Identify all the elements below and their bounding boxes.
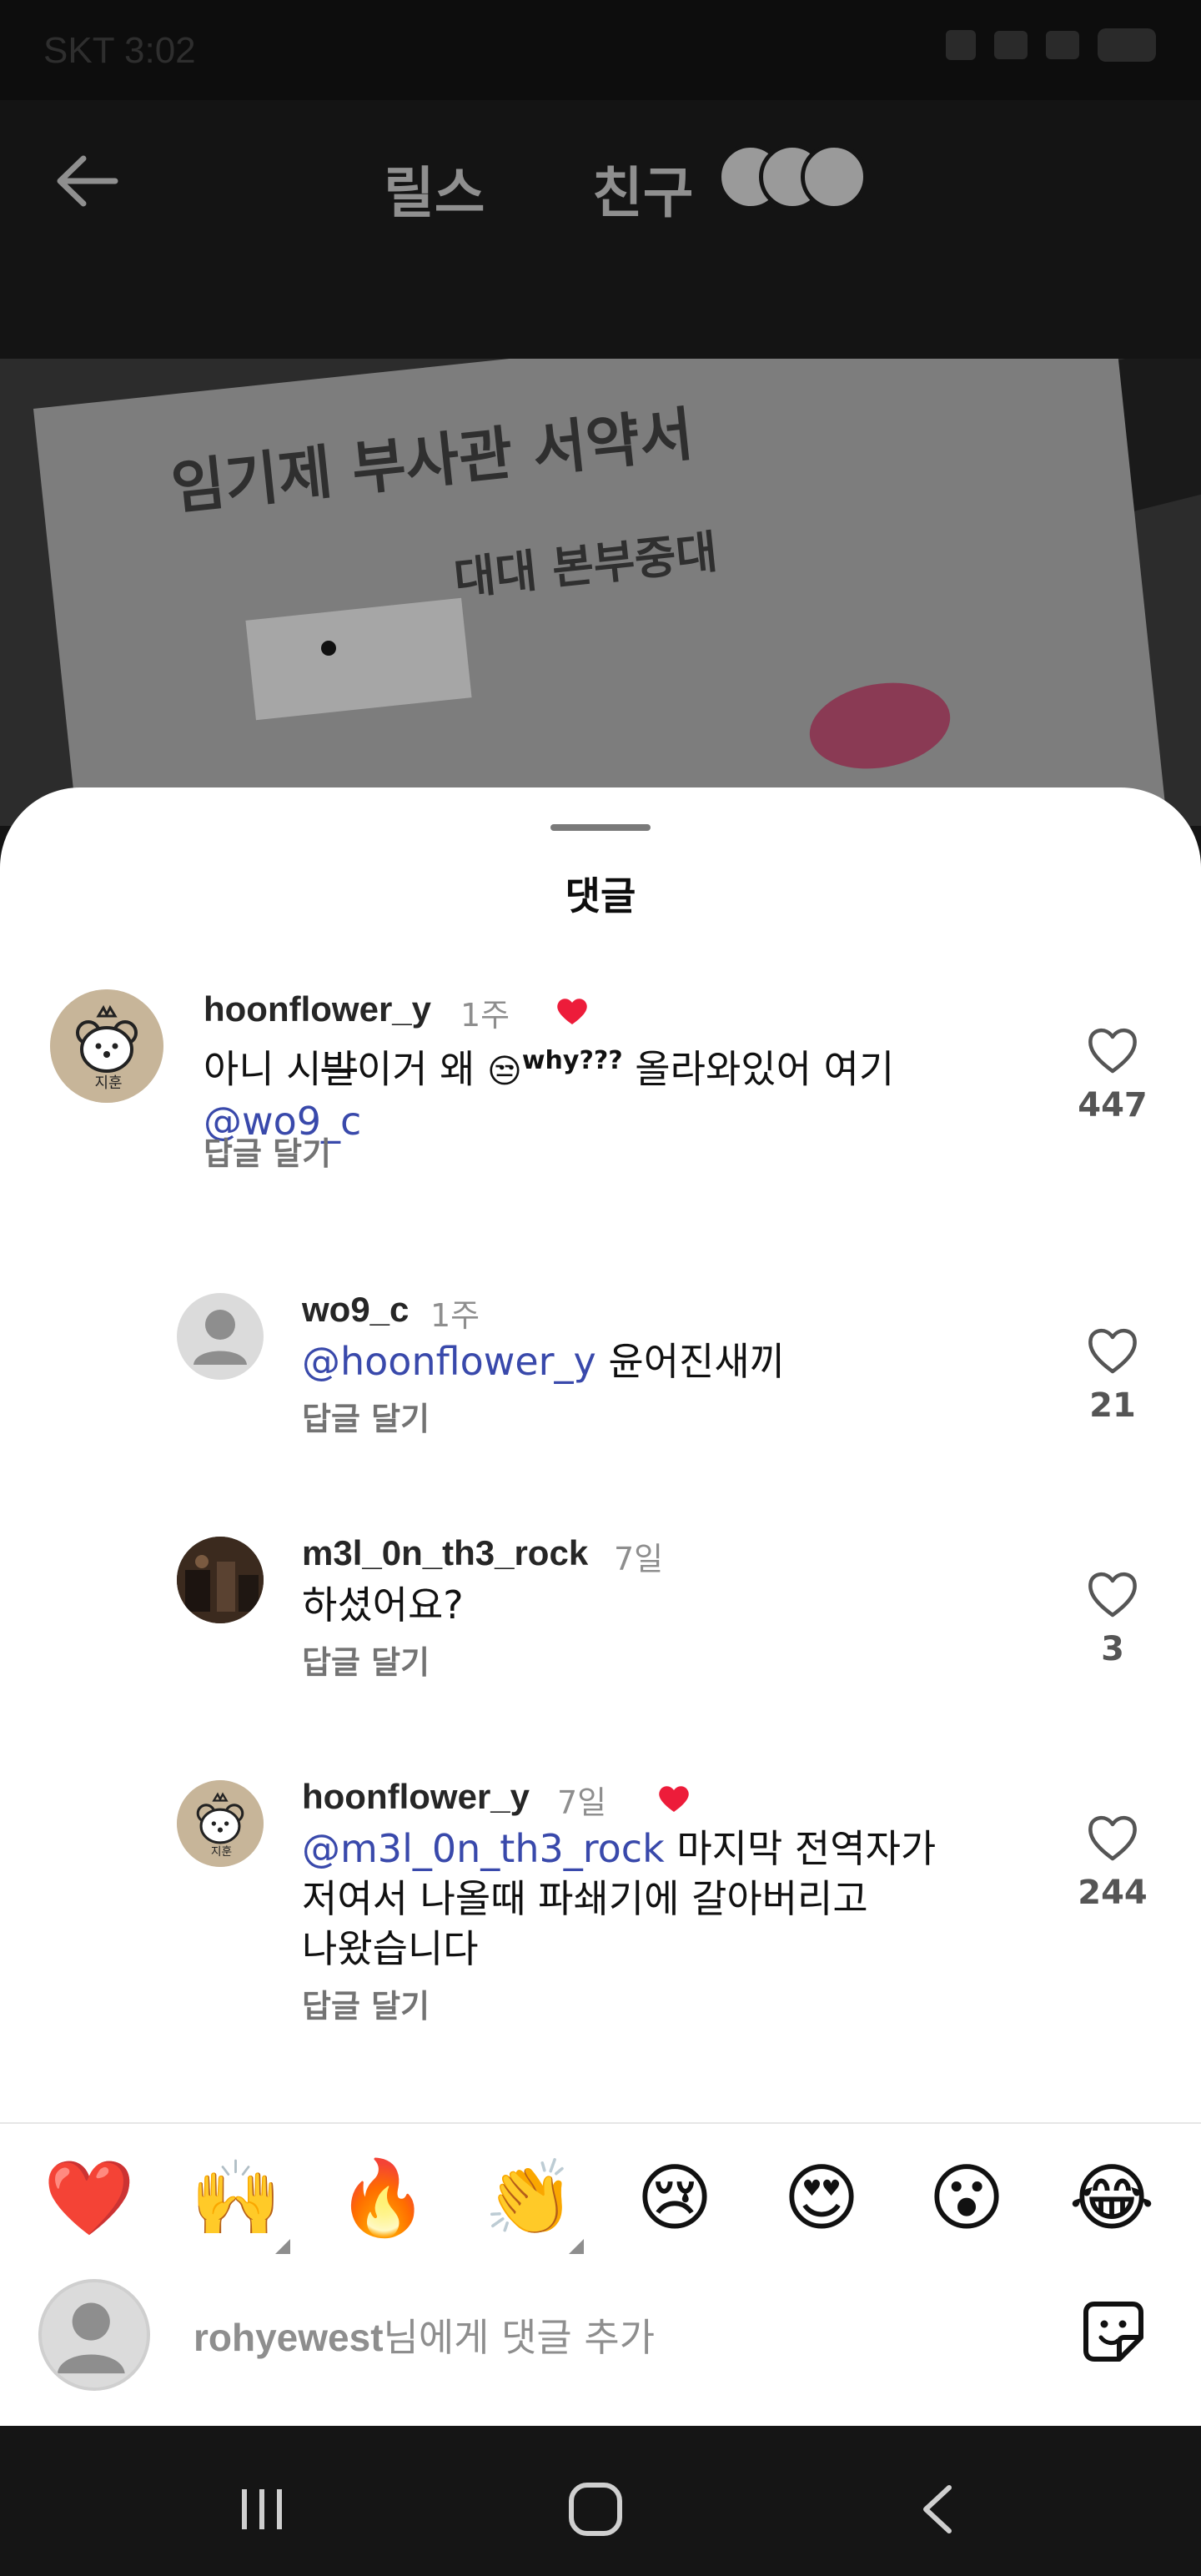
comment-input[interactable]: rohyewest님에게 댓글 추가	[193, 2307, 944, 2366]
heart-outline-icon[interactable]	[1086, 1024, 1139, 1074]
signal-icon	[1046, 31, 1079, 59]
default-avatar-icon	[193, 1310, 247, 1365]
reels-header: 릴스 친구	[0, 100, 1201, 359]
friend-avatars[interactable]	[717, 143, 884, 210]
like-count: 447	[1078, 1086, 1148, 1124]
target-username: rohyewest	[193, 2316, 384, 2359]
arrow-left-icon[interactable]	[50, 143, 125, 219]
author-liked-heart-icon	[557, 999, 587, 1024]
avatar[interactable]: 지훈	[177, 1780, 264, 1867]
emoji-bar: ❤️ 🙌 🔥 👏 😢 😍 😮 😂	[0, 2122, 1201, 2269]
emoji-heart-eyes[interactable]: 😍	[776, 2152, 867, 2244]
avatar	[38, 2279, 150, 2391]
status-bar: SKT 3:02	[0, 0, 1201, 100]
heart-outline-icon[interactable]	[1086, 1812, 1139, 1862]
tab-reels[interactable]: 릴스	[384, 148, 485, 229]
comment-text: @m3l_0n_th3_rock 마지막 전역자가저여서 나올때 파쇄기에 갈아…	[302, 1824, 1053, 1974]
like-count: 244	[1078, 1874, 1148, 1912]
comment-text-part: 이거 왜	[356, 1046, 488, 1092]
mute-icon	[946, 30, 976, 60]
emoji-fire[interactable]: 🔥	[337, 2152, 429, 2244]
status-time: SKT 3:02	[43, 30, 196, 71]
comment-time: 7일	[614, 1541, 664, 1577]
comment-input-row: rohyewest님에게 댓글 추가	[0, 2269, 1201, 2426]
comment-text: @hoonflower_y 윤어진새끼	[302, 1336, 1053, 1386]
bear-avatar-icon: 지훈	[177, 1780, 264, 1867]
mention-username: m3l_0n_th3_rock	[340, 1826, 665, 1871]
svg-text:지훈: 지훈	[211, 1845, 232, 1859]
comment-text-part: 윤어진새끼	[595, 1339, 786, 1384]
comment-text-why: why???	[521, 1046, 623, 1075]
avatar[interactable]: 지훈	[50, 989, 163, 1103]
heart-outline-icon[interactable]	[1086, 1568, 1139, 1618]
comment-time: 7일	[557, 1784, 607, 1821]
back-icon[interactable]	[916, 2483, 957, 2536]
sheet-title: 댓글	[565, 873, 636, 918]
battery-icon	[1098, 28, 1156, 62]
emoji-clapping[interactable]: 👏	[484, 2152, 575, 2244]
comment-mention[interactable]: @m3l_0n_th3_rock	[302, 1826, 665, 1871]
mention-username: hoonflower_y	[340, 1339, 596, 1384]
sticker-icon[interactable]	[1076, 2294, 1151, 2369]
comment-username[interactable]: wo9_c	[302, 1290, 409, 1330]
heart-outline-icon[interactable]	[1086, 1325, 1139, 1375]
avatar[interactable]	[177, 1537, 264, 1623]
threads-icon: @	[302, 1339, 340, 1384]
comment-item: 지훈 hoonflower_y 1주 아니 시발이거 왜 😒why??? 올라와…	[0, 989, 1201, 1206]
reel-video[interactable]: 임기제 부사관 서약서 대대 본부중대	[0, 359, 1201, 826]
reply-button[interactable]: 답글 달기	[302, 1980, 430, 2026]
default-avatar-icon	[57, 2302, 125, 2374]
wifi-icon	[994, 31, 1028, 59]
comment-username[interactable]: m3l_0n_th3_rock	[302, 1533, 588, 1573]
recent-apps-icon[interactable]	[237, 2484, 287, 2534]
photo-avatar-icon	[177, 1537, 264, 1623]
home-icon[interactable]	[569, 2483, 622, 2536]
comment-text-part: 아니 시	[204, 1046, 322, 1092]
author-liked-heart-icon	[659, 1786, 689, 1812]
comment-text-part: 나왔습니다	[302, 1926, 479, 1971]
svg-text:지훈: 지훈	[94, 1074, 122, 1092]
comment-username[interactable]: hoonflower_y	[204, 989, 431, 1029]
reply-button[interactable]: 답글 달기	[302, 1637, 430, 1683]
dot	[321, 641, 336, 656]
placeholder-suffix: 님에게 댓글 추가	[383, 2315, 656, 2360]
comment-time: 1주	[430, 1297, 480, 1334]
comment-text-part: 저여서 나올때 파쇄기에 갈아버리고	[302, 1876, 868, 1921]
comment-item: 지훈 hoonflower_y 7일 @m3l_0n_th3_rock 마지막 …	[0, 1777, 1201, 2044]
avatar	[801, 143, 867, 210]
emoji-heart[interactable]: ❤️	[43, 2152, 135, 2244]
threads-icon: @	[302, 1826, 340, 1871]
comment-item: wo9_c 1주 @hoonflower_y 윤어진새끼 답글 달기 21	[0, 1290, 1201, 1473]
avatar[interactable]	[177, 1293, 264, 1380]
drag-handle[interactable]	[550, 824, 651, 831]
like-count: 21	[1089, 1386, 1136, 1425]
reply-button[interactable]: 답글 달기	[302, 1393, 430, 1439]
tab-friends[interactable]: 친구	[592, 148, 693, 229]
emoji-crying[interactable]: 😢	[629, 2152, 721, 2244]
comment-text-emoji: 😒	[487, 1052, 522, 1091]
comment-text-scribble: 발	[321, 1046, 357, 1092]
comment-mention[interactable]: @hoonflower_y	[302, 1339, 596, 1384]
skin-tone-indicator	[569, 2239, 584, 2254]
bear-avatar-icon: 지훈	[50, 989, 163, 1103]
emoji-joy[interactable]: 😂	[1066, 2152, 1158, 2244]
comment-time: 1주	[460, 997, 510, 1034]
like-count: 3	[1101, 1630, 1124, 1668]
comment-item: m3l_0n_th3_rock 7일 하셨어요? 답글 달기 3	[0, 1533, 1201, 1717]
emoji-surprised[interactable]: 😮	[921, 2152, 1013, 2244]
comment-username[interactable]: hoonflower_y	[302, 1777, 530, 1817]
comment-text-part: 올라와있어 여기	[622, 1046, 895, 1092]
emoji-raising-hands[interactable]: 🙌	[190, 2152, 282, 2244]
reply-button[interactable]: 답글 달기	[204, 1128, 331, 1174]
status-icons	[946, 28, 1156, 62]
skin-tone-indicator	[275, 2239, 290, 2254]
system-nav-bar	[0, 2426, 1201, 2576]
comment-text: 하셨어요?	[302, 1582, 464, 1628]
comment-text-part: 마지막 전역자가	[664, 1826, 937, 1871]
